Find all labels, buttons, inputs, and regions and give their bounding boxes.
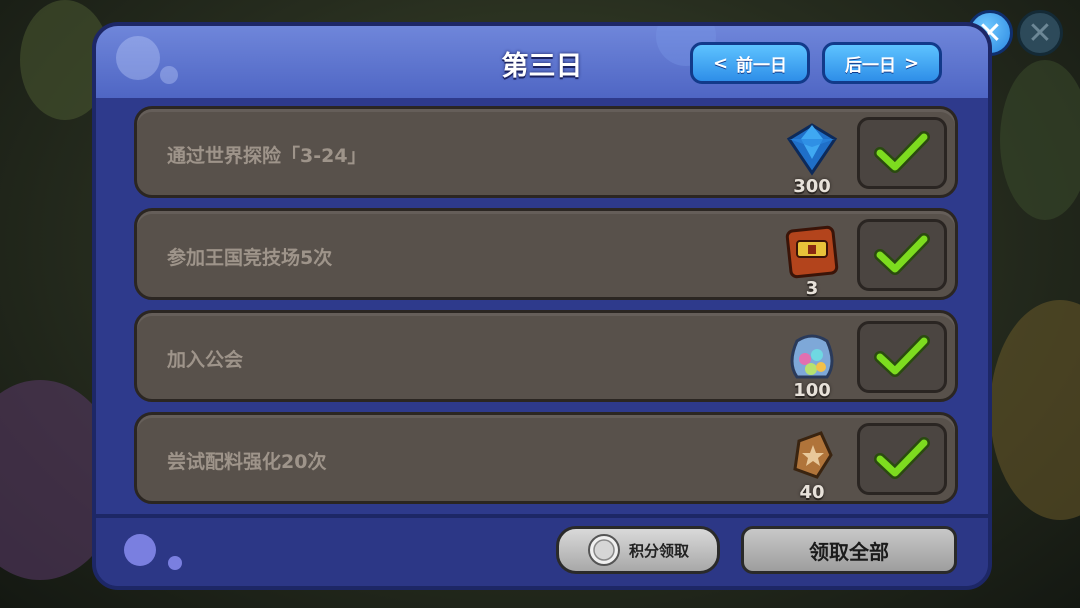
quest-text: 加入公会 [167, 349, 244, 371]
quest-text: 参加王国竞技场5次 [167, 247, 333, 269]
quest-row: 通过世界探险「3-24」 300 [134, 106, 958, 198]
completed-check-button[interactable] [857, 219, 947, 291]
chevron-left-icon: < [712, 52, 729, 74]
panel-header: 第三日 < 前一日 后一日 > [96, 26, 988, 98]
reward-count: 40 [799, 482, 825, 503]
next-day-label: 后一日 [844, 55, 896, 76]
quest-list[interactable]: 通过世界探险「3-24」 300 参加王国竞技场5次 3 加入公会 100 尝试… [134, 106, 958, 516]
quest-row: 加入公会 100 [134, 310, 958, 402]
completed-check-button[interactable] [857, 423, 947, 495]
reward: 100 [777, 323, 847, 401]
gem-bag-icon [790, 334, 834, 379]
points-coin-icon [587, 534, 620, 566]
points-claim-label: 积分领取 [628, 541, 689, 560]
next-day-button[interactable]: 后一日 > [822, 42, 942, 84]
checkmark-icon [874, 131, 930, 173]
completed-check-button[interactable] [857, 117, 947, 189]
reward-count: 100 [793, 380, 831, 401]
background-foliage [990, 300, 1080, 520]
daily-quest-panel: 第三日 < 前一日 后一日 > 通过世界探险「3-24」 300 参加王国竞技场… [92, 22, 992, 590]
reward-count: 3 [805, 278, 819, 299]
claim-all-button[interactable]: 领取全部 [741, 526, 957, 574]
reward-count: 300 [793, 176, 831, 197]
quest-row: 参加王国竞技场5次 3 [134, 208, 958, 300]
quest-row: 尝试配料强化20次 40 [134, 412, 958, 504]
completed-check-button[interactable] [857, 321, 947, 393]
quest-text: 尝试配料强化20次 [167, 451, 327, 473]
bubble-decoration [124, 534, 156, 566]
prev-day-label: 前一日 [736, 55, 788, 76]
star-crystal-icon [793, 431, 833, 479]
reward: 40 [777, 425, 847, 503]
panel-footer: 积分领取 领取全部 [96, 514, 988, 586]
close-button-shadow: ✕ [1017, 10, 1063, 56]
points-claim-button[interactable]: 积分领取 [556, 526, 720, 574]
diamond-icon [786, 123, 838, 176]
claim-all-label: 领取全部 [809, 539, 889, 564]
treasure-chest-icon [785, 225, 839, 279]
checkmark-icon [874, 335, 930, 377]
quest-text: 通过世界探险「3-24」 [167, 145, 367, 167]
reward: 300 [777, 119, 847, 197]
checkmark-icon [874, 437, 930, 479]
bubble-decoration [168, 556, 182, 570]
background-foliage [1000, 60, 1080, 220]
reward: 3 [777, 221, 847, 299]
chevron-right-icon: > [903, 52, 920, 74]
prev-day-button[interactable]: < 前一日 [690, 42, 810, 84]
checkmark-icon [874, 233, 930, 275]
